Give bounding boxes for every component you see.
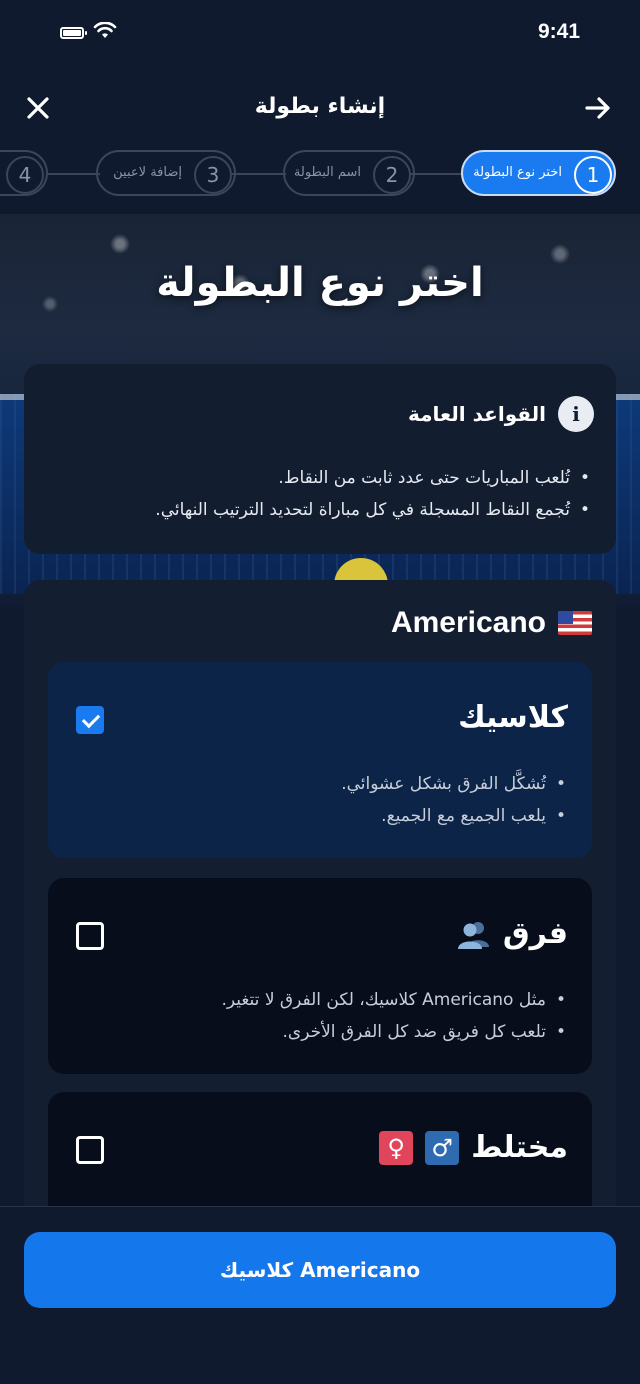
battery-icon (60, 27, 87, 39)
info-icon: i (558, 396, 594, 432)
rules-list: تُلعب المباريات حتى عدد ثابت من النقاط. … (155, 462, 590, 526)
step-2[interactable]: 2 اسم البطولة (283, 150, 415, 196)
option-title: مختلط (471, 1130, 568, 1165)
step-label: اسم البطولة (293, 165, 361, 180)
header-title: إنشاء بطولة (254, 94, 386, 119)
continue-button[interactable]: Americano كلاسيك (24, 1232, 616, 1308)
option-teams[interactable]: فرق مثل Americano كلاسيك، لكن الفرق لا ت… (48, 878, 592, 1074)
wifi-icon (93, 22, 117, 38)
male-symbol-icon: ♂ (425, 1130, 460, 1165)
list-item: تُجمع النقاط المسجلة في كل مباراة لتحديد… (155, 494, 590, 526)
list-item: يلعب الجميع مع الجميع. (341, 800, 566, 832)
step-4[interactable]: 4 (0, 150, 48, 196)
section-title: Americano (390, 606, 546, 639)
header: إنشاء بطولة (0, 82, 640, 134)
list-item: تلعب كل فريق ضد كل الفرق الأخرى. (221, 1016, 566, 1048)
general-rules-card: i القواعد العامة تُلعب المباريات حتى عدد… (24, 364, 616, 554)
option-title: كلاسيك (458, 700, 568, 735)
option-title: فرق (502, 916, 568, 951)
americano-section: Americano كلاسيك تُشكَّل الفرق بشكل عشوا… (24, 580, 616, 1232)
list-item: تُلعب المباريات حتى عدد ثابت من النقاط. (155, 462, 590, 494)
step-label: اختر نوع البطولة (473, 165, 562, 180)
us-flag-icon (558, 611, 592, 635)
checkbox[interactable] (76, 706, 104, 734)
list-item: تُشكَّل الفرق بشكل عشوائي. (341, 768, 566, 800)
back-arrow-icon[interactable] (582, 92, 614, 124)
status-bar: 9:41 (0, 0, 640, 68)
list-item: مثل Americano كلاسيك، لكن الفرق لا تتغير… (221, 984, 566, 1016)
checkbox[interactable] (76, 1136, 104, 1164)
clock: 9:41 (537, 20, 580, 43)
option-description: مثل Americano كلاسيك، لكن الفرق لا تتغير… (221, 984, 566, 1048)
people-icon (457, 921, 489, 949)
checkbox[interactable] (76, 922, 104, 950)
option-classic[interactable]: كلاسيك تُشكَّل الفرق بشكل عشوائي. يلعب ا… (48, 662, 592, 858)
female-symbol-icon: ♀ (379, 1130, 414, 1165)
step-label: إضافة لاعبين (113, 165, 182, 180)
stepper: 4 3 إضافة لاعبين 2 اسم البطولة 1 اختر نو… (0, 148, 640, 200)
step-3[interactable]: 3 إضافة لاعبين (96, 150, 236, 196)
rules-title: القواعد العامة (407, 402, 546, 426)
page-title: اختر نوع البطولة (156, 260, 484, 306)
step-1[interactable]: 1 اختر نوع البطولة (461, 150, 616, 196)
option-description: تُشكَّل الفرق بشكل عشوائي. يلعب الجميع م… (341, 768, 566, 832)
